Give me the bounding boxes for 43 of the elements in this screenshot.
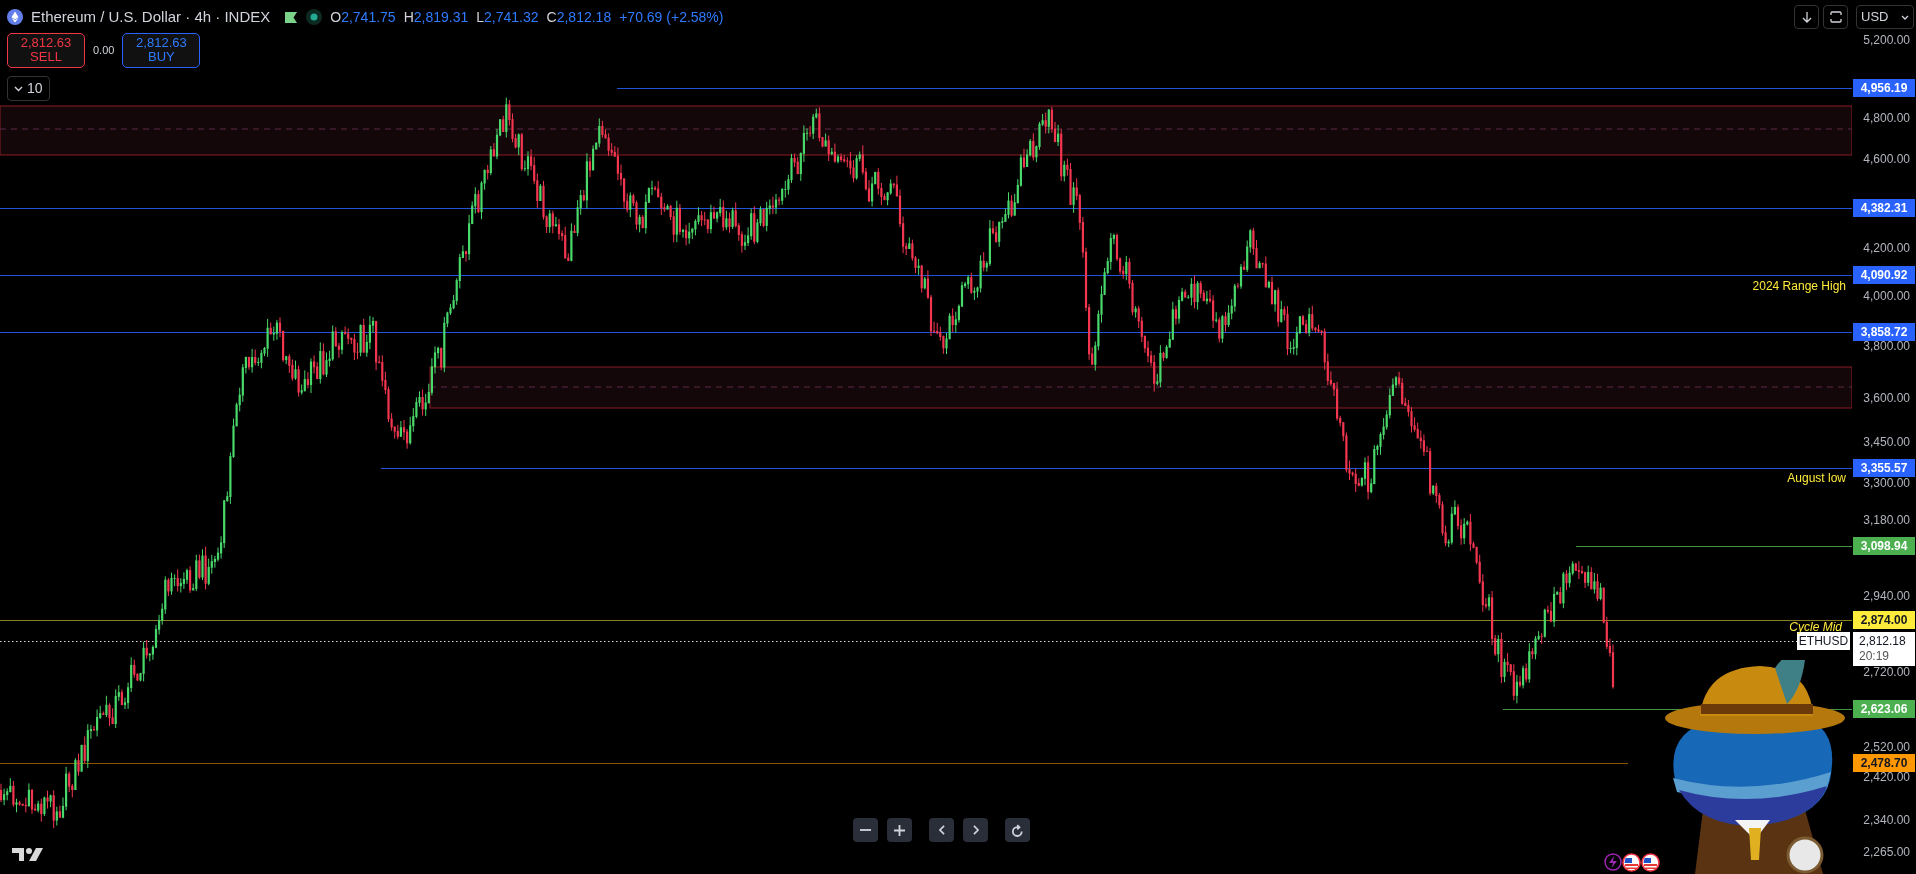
price-change: +70.69 (+2.58%)	[619, 7, 724, 27]
axis-tick-label: 4,800.00	[1863, 110, 1910, 127]
sell-button[interactable]: 2,812.63 SELL	[7, 32, 85, 69]
axis-tick-label: 4,600.00	[1863, 151, 1910, 168]
spread-value: 0.00	[93, 43, 115, 59]
price-tag: 3,355.57	[1853, 459, 1915, 477]
axis-tick-label: 4,200.00	[1863, 240, 1910, 257]
ohlc-value: 2,812.18	[556, 7, 612, 27]
price-tag: 2,874.00	[1853, 611, 1915, 629]
axis-tick-label: 5,200.00	[1863, 32, 1910, 49]
ohlc-value: 2,741.75	[341, 7, 396, 27]
price-tag: 2,478.70	[1853, 754, 1915, 772]
axis-tick-label: 2,265.00	[1863, 844, 1910, 861]
axis-tick-label: 2,520.00	[1863, 739, 1910, 756]
axis-tick-label: 3,180.00	[1863, 512, 1910, 529]
axis-tick-label: 2,340.00	[1863, 812, 1910, 829]
price-tag: 2,623.06	[1853, 700, 1915, 718]
axis-tick-label: 2,420.00	[1863, 769, 1910, 786]
price-tag: 3,098.94	[1853, 537, 1915, 555]
price-tag: 3,858.72	[1853, 323, 1915, 341]
price-tag: 4,090.92	[1853, 266, 1915, 284]
chart-annotation: August low	[1787, 470, 1846, 487]
ohlc-label: L	[476, 7, 485, 27]
ohlc-label: O	[330, 7, 342, 27]
axis-tick-label: 2,940.00	[1863, 588, 1910, 605]
axis-tick-label: 3,600.00	[1863, 390, 1910, 407]
ohlc-value: 2,819.31	[413, 7, 469, 27]
ohlc-label: H	[403, 7, 414, 27]
price-tag: 4,956.19	[1853, 79, 1915, 97]
chart-annotation: 2024 Range High	[1752, 278, 1846, 295]
buy-button[interactable]: 2,812.63 BUY	[122, 32, 201, 69]
price-tag: 4,382.31	[1853, 199, 1915, 217]
symbol-title: Ethereum / U.S. Dollar · 4h · INDEX	[31, 7, 271, 27]
axis-tick-label: 3,300.00	[1863, 475, 1910, 492]
volume-toggle[interactable]: 10	[7, 76, 50, 102]
axis-tick-label: 4,000.00	[1863, 288, 1910, 305]
axis-tick-label: 3,800.00	[1863, 338, 1910, 355]
current-price-tag: 2,812.18 20:19	[1853, 632, 1915, 666]
axis-tick-label: 3,450.00	[1863, 434, 1910, 451]
ohlc-label: C	[546, 7, 557, 27]
axis-tick-label: 2,720.00	[1863, 664, 1910, 681]
ohlc-value: 2,741.32	[484, 7, 539, 27]
currency-select[interactable]: USD	[1856, 5, 1914, 29]
